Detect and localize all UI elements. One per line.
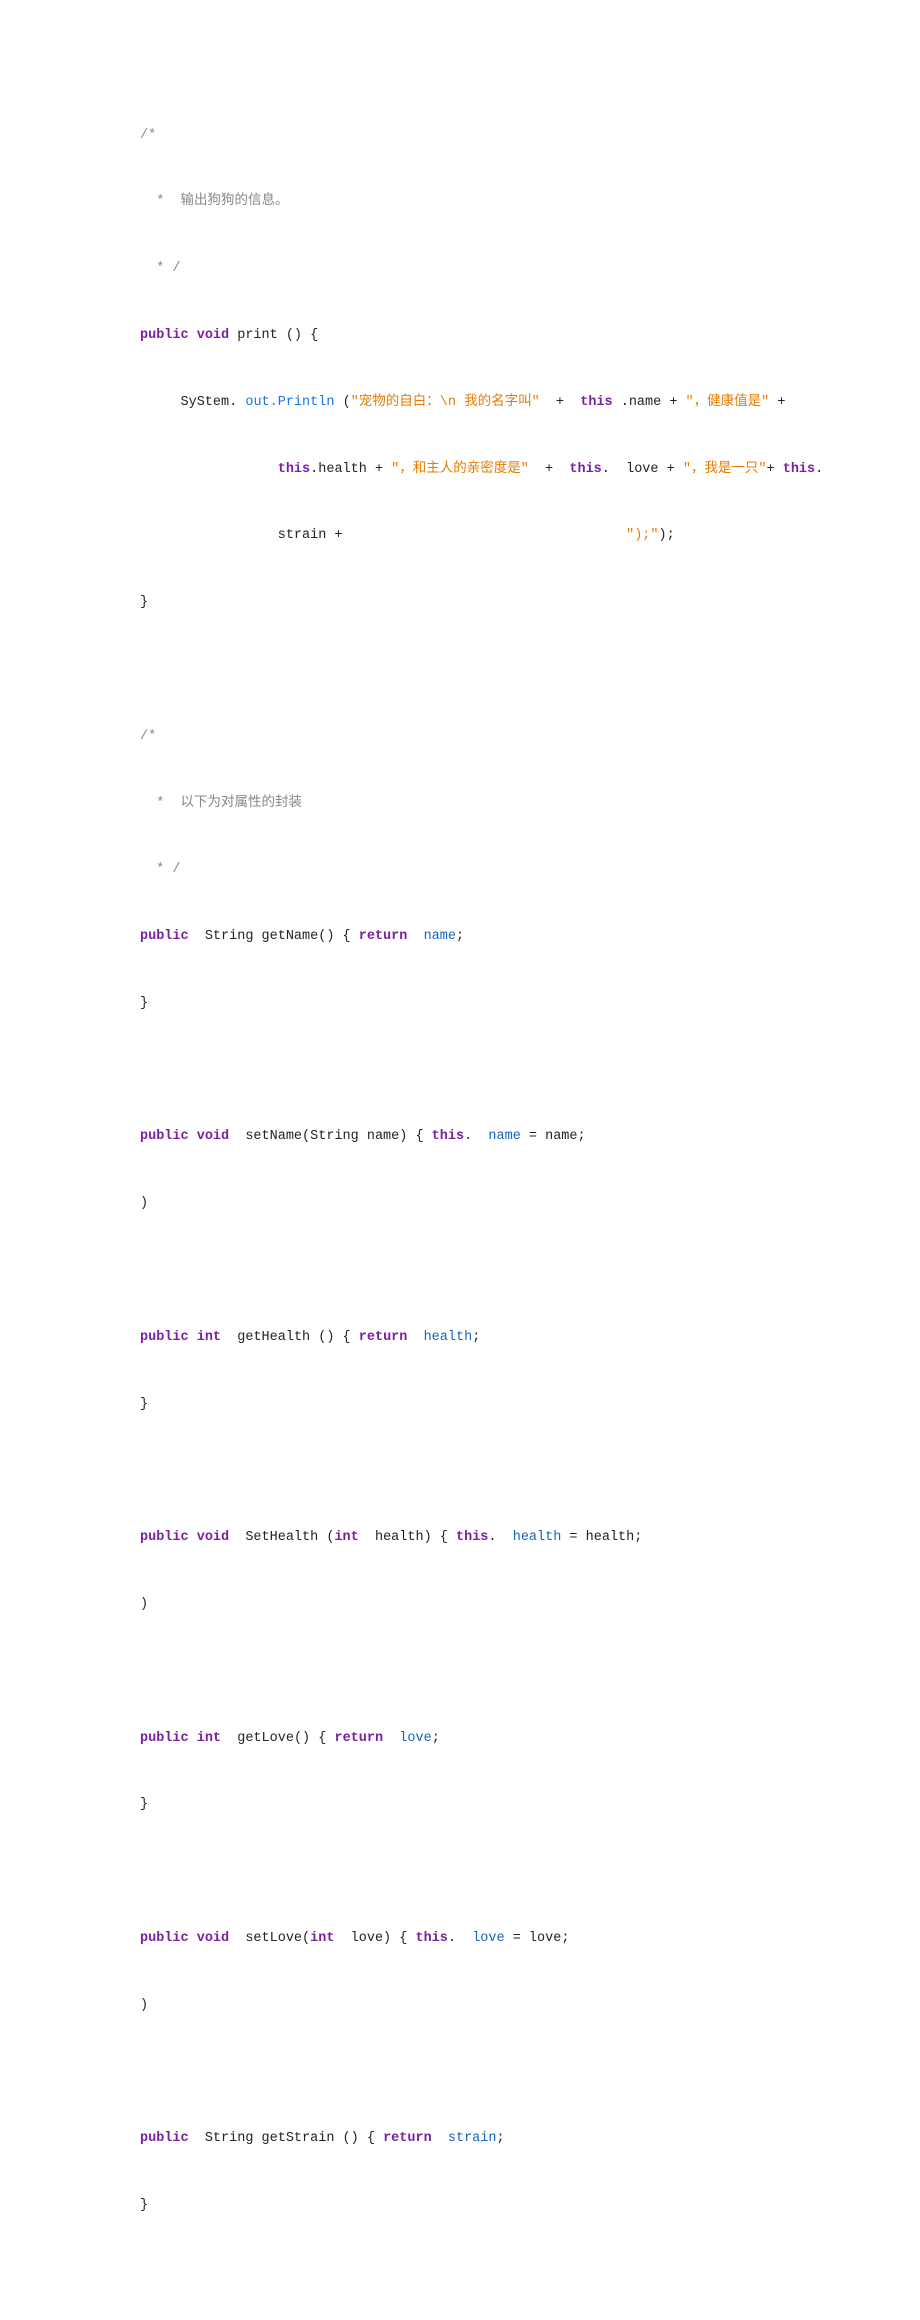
code-line: public void print () { <box>140 325 920 347</box>
code-line: ) <box>140 1594 920 1616</box>
code-line: SyStem. out.Println ("宠物的自白：\n 我的名字叫" + … <box>140 392 920 414</box>
code-line: * 输出狗狗的信息。 <box>140 191 920 213</box>
code-line: strain + ");"); <box>140 525 920 547</box>
code-line <box>140 1661 920 1683</box>
code-line: public String getStrain () { return stra… <box>140 2128 920 2150</box>
code-line: public String getName() { return name; <box>140 926 920 948</box>
code-line: } <box>140 1394 920 1416</box>
code-line: public void setName(String name) { this.… <box>140 1126 920 1148</box>
code-line: ) <box>140 1995 920 2017</box>
code-line <box>140 1861 920 1883</box>
code-line: } <box>140 1794 920 1816</box>
code-line: this.health + "，和主人的亲密度是" + this. love +… <box>140 459 920 481</box>
code-line <box>140 2062 920 2084</box>
code-line: } <box>140 592 920 614</box>
code-line: public void setLove(int love) { this. lo… <box>140 1928 920 1950</box>
code-line: /* <box>140 125 920 147</box>
code-line: * / <box>140 258 920 280</box>
code-line: public int getHealth () { return health; <box>140 1327 920 1349</box>
code-line <box>140 1460 920 1482</box>
code-line: } <box>140 2195 920 2217</box>
code-line <box>140 1260 920 1282</box>
code-line: /* <box>140 726 920 748</box>
code-line: } <box>140 993 920 1015</box>
code-line <box>140 659 920 681</box>
code-line: public int getLove() { return love; <box>140 1728 920 1750</box>
code-line: public void SetHealth (int health) { thi… <box>140 1527 920 1549</box>
code-container: /* * 输出狗狗的信息。 * / public void print () {… <box>140 80 920 2240</box>
code-line: * / <box>140 859 920 881</box>
code-line <box>140 1060 920 1082</box>
code-line: ) <box>140 1193 920 1215</box>
code-line: * 以下为对属性的封装 <box>140 793 920 815</box>
